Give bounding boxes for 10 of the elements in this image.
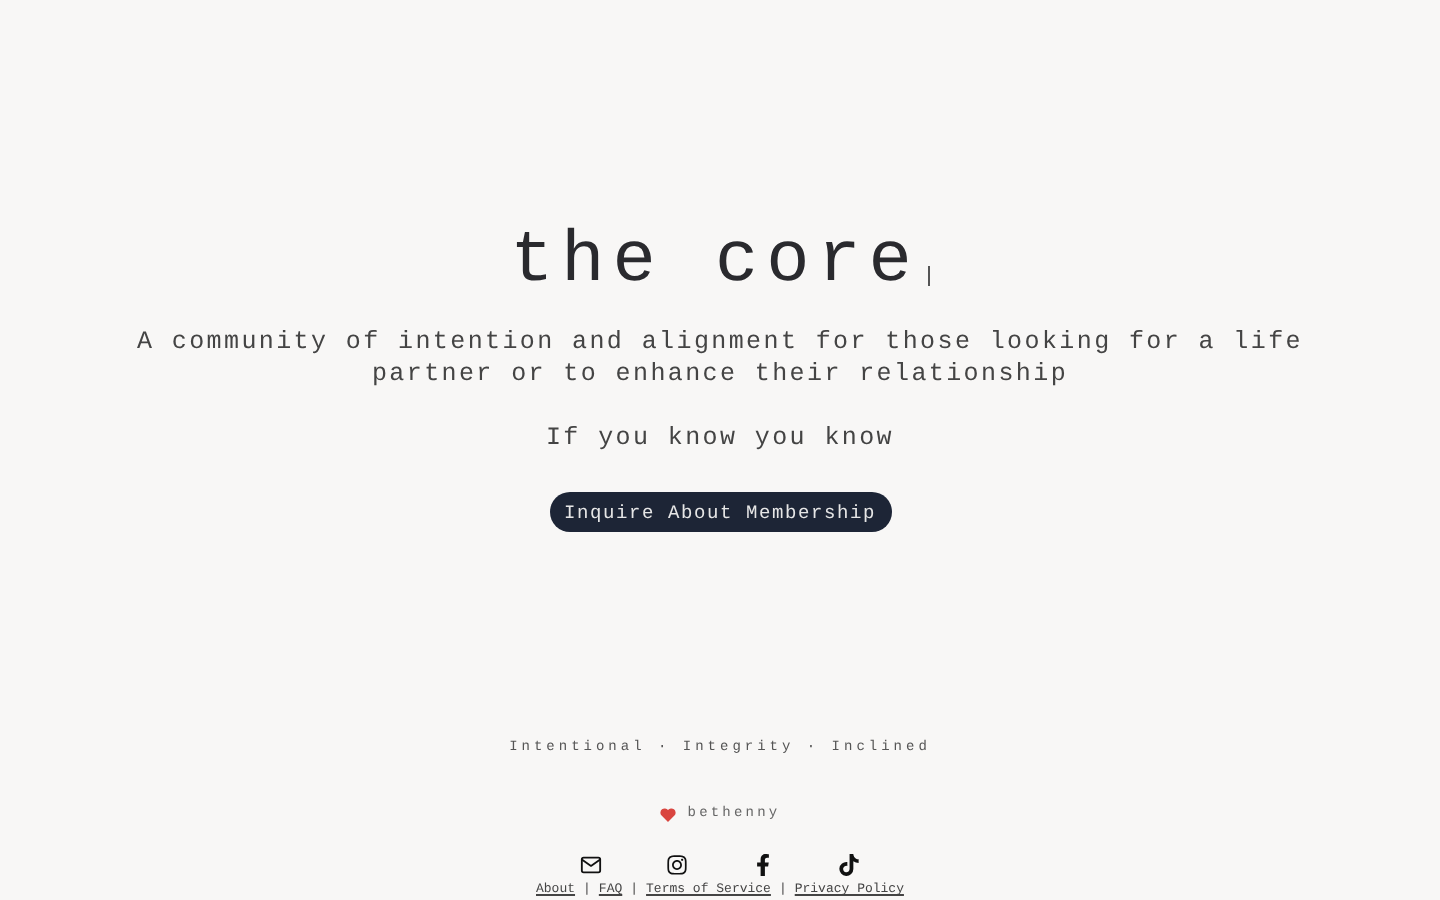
heart-icon: [659, 807, 676, 821]
site-title: the core: [510, 222, 920, 302]
inquire-button[interactable]: Inquire About Membership: [549, 492, 891, 532]
text-cursor: [927, 266, 930, 286]
tagline: If you know you know: [545, 424, 895, 452]
tiktok-icon[interactable]: [837, 854, 860, 876]
facebook-icon[interactable]: [751, 854, 774, 876]
site-description: A community of intention and alignment for those looking for a life partner or to enhance their relationship: [135, 326, 1305, 390]
instagram-icon[interactable]: [665, 854, 688, 876]
mail-icon[interactable]: [579, 854, 602, 876]
